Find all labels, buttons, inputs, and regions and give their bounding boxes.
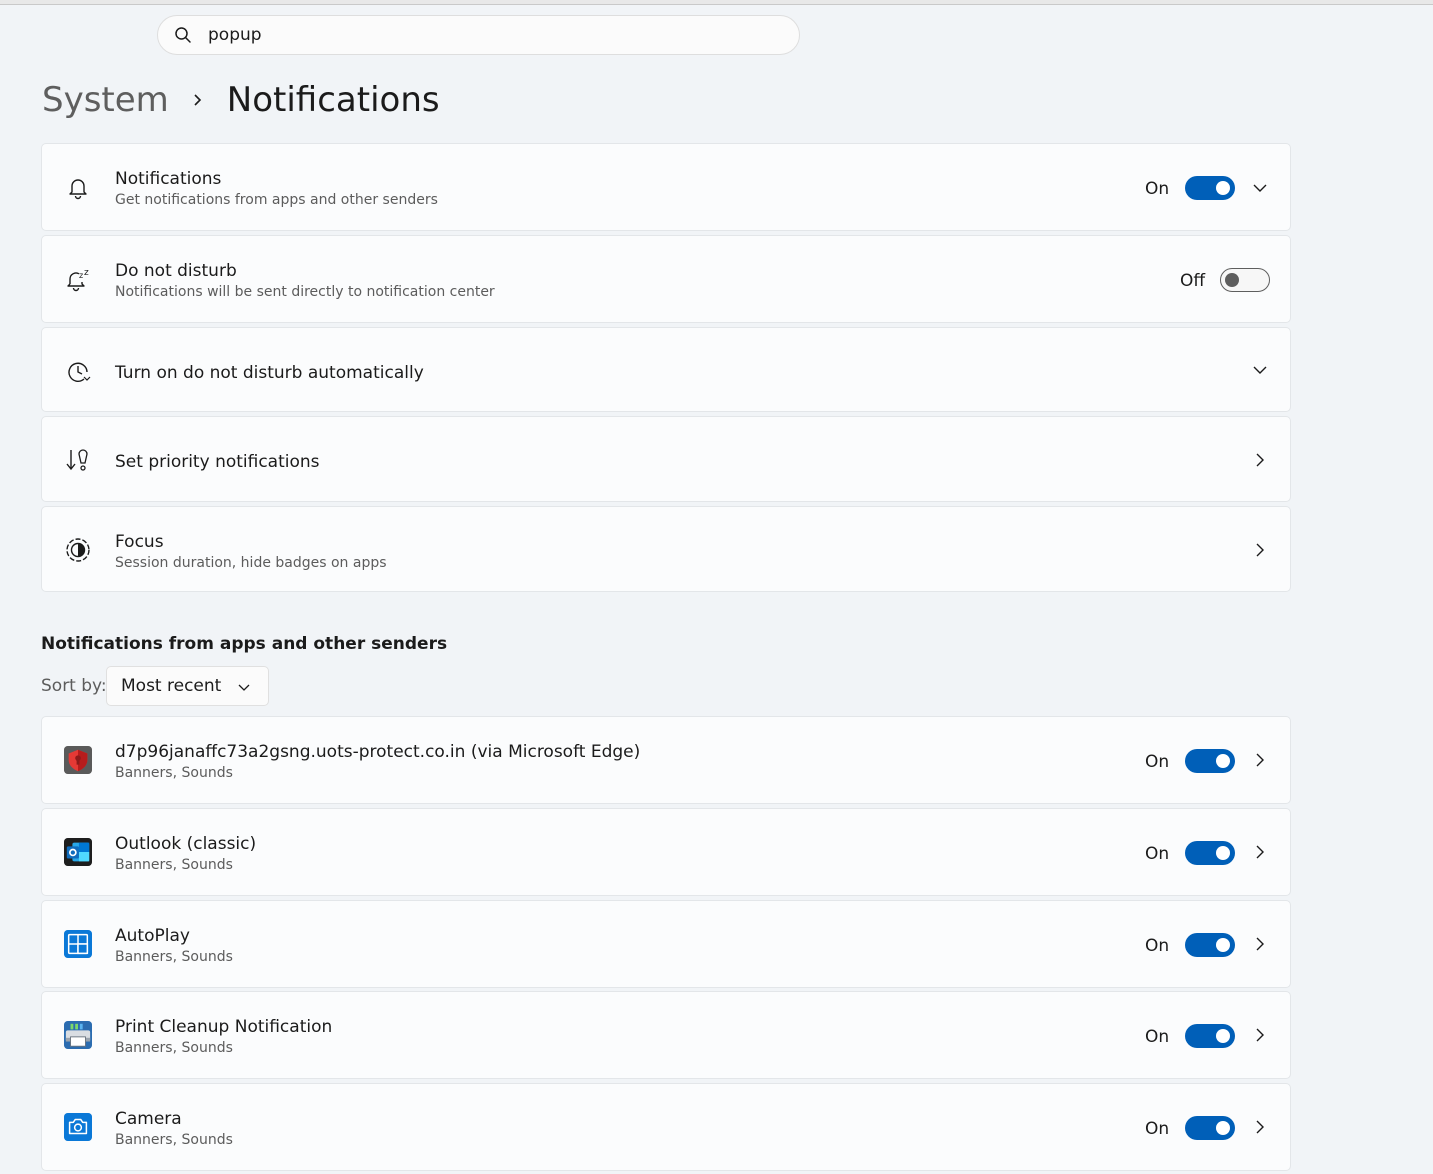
page-title: Notifications: [226, 80, 440, 120]
dnd-title: Do not disturb: [115, 261, 237, 281]
app-subtitle: Banners, Sounds: [115, 857, 233, 873]
search-icon: [175, 27, 191, 43]
app-title: AutoPlay: [115, 926, 190, 946]
app-toggle[interactable]: [1185, 749, 1235, 773]
dnd-state-label: Off: [1180, 271, 1206, 291]
chevron-right-icon: [191, 93, 205, 107]
focus-icon: [64, 536, 92, 564]
app-row[interactable]: Camera Banners, Sounds On: [41, 1083, 1291, 1171]
priority-icon: [64, 446, 92, 474]
focus-title: Focus: [115, 532, 164, 552]
app-toggle[interactable]: [1185, 1116, 1235, 1140]
app-state-label: On: [1145, 1027, 1170, 1047]
focus-setting[interactable]: Focus Session duration, hide badges on a…: [41, 506, 1291, 592]
apps-section-title: Notifications from apps and other sender…: [41, 634, 448, 654]
dnd-automatic-setting[interactable]: Turn on do not disturb automatically: [41, 327, 1291, 412]
app-subtitle: Banners, Sounds: [115, 1040, 233, 1056]
app-toggle[interactable]: [1185, 841, 1235, 865]
sort-value: Most recent: [121, 676, 222, 696]
chevron-right-icon[interactable]: [1252, 1119, 1268, 1135]
autoplay-icon: [64, 930, 92, 958]
app-subtitle: Banners, Sounds: [115, 765, 233, 781]
svg-text:z: z: [79, 271, 83, 280]
app-title: Outlook (classic): [115, 834, 257, 854]
app-toggle[interactable]: [1185, 933, 1235, 957]
chevron-down-icon: [238, 684, 250, 691]
app-row[interactable]: AutoPlay Banners, Sounds On: [41, 900, 1291, 988]
app-state-label: On: [1145, 752, 1170, 772]
chevron-down-icon[interactable]: [1252, 180, 1268, 196]
sort-label: Sort by:: [41, 676, 107, 696]
app-title: d7p96janaffc73a2gsng.uots-protect.co.in …: [115, 742, 641, 762]
bell-icon: [64, 174, 92, 202]
focus-subtitle: Session duration, hide badges on apps: [115, 555, 387, 571]
breadcrumb-system[interactable]: System: [42, 80, 169, 120]
app-row[interactable]: d7p96janaffc73a2gsng.uots-protect.co.in …: [41, 716, 1291, 804]
shield-icon: [64, 746, 92, 774]
chevron-right-icon[interactable]: [1252, 844, 1268, 860]
app-title: Print Cleanup Notification: [115, 1017, 333, 1037]
chevron-right-icon[interactable]: [1252, 1027, 1268, 1043]
app-row[interactable]: Print Cleanup Notification Banners, Soun…: [41, 991, 1291, 1079]
window-top-edge: [0, 0, 1433, 5]
search-box[interactable]: [157, 15, 800, 55]
breadcrumb: System Notifications: [42, 76, 440, 124]
bell-snooze-icon: zz: [64, 266, 92, 294]
app-subtitle: Banners, Sounds: [115, 1132, 233, 1148]
app-state-label: On: [1145, 936, 1170, 956]
app-subtitle: Banners, Sounds: [115, 949, 233, 965]
notifications-subtitle: Get notifications from apps and other se…: [115, 192, 438, 208]
do-not-disturb-setting[interactable]: zz Do not disturb Notifications will be …: [41, 235, 1291, 323]
sort-dropdown[interactable]: Most recent: [106, 666, 269, 706]
dnd-subtitle: Notifications will be sent directly to n…: [115, 284, 495, 300]
app-row[interactable]: Outlook (classic) Banners, Sounds On: [41, 808, 1291, 896]
notifications-state-label: On: [1145, 179, 1170, 199]
app-toggle[interactable]: [1185, 1024, 1235, 1048]
outlook-icon: [64, 838, 92, 866]
notifications-setting[interactable]: Notifications Get notifications from app…: [41, 143, 1291, 231]
chevron-right-icon[interactable]: [1252, 936, 1268, 952]
chevron-right-icon[interactable]: [1252, 752, 1268, 768]
dnd-toggle[interactable]: [1220, 268, 1270, 292]
app-state-label: On: [1145, 844, 1170, 864]
chevron-right-icon[interactable]: [1252, 542, 1268, 558]
search-input[interactable]: [208, 25, 768, 45]
priority-notifications-setting[interactable]: Set priority notifications: [41, 416, 1291, 502]
camera-icon: [64, 1113, 92, 1141]
chevron-right-icon[interactable]: [1252, 452, 1268, 468]
priority-title: Set priority notifications: [115, 452, 320, 472]
printer-icon: [64, 1021, 92, 1049]
svg-text:z: z: [84, 268, 89, 278]
notifications-title: Notifications: [115, 169, 222, 189]
notifications-toggle[interactable]: [1185, 176, 1235, 200]
app-title: Camera: [115, 1109, 182, 1129]
clock-icon: [64, 358, 92, 386]
chevron-down-icon[interactable]: [1252, 362, 1268, 378]
dnd-auto-title: Turn on do not disturb automatically: [115, 363, 424, 383]
app-state-label: On: [1145, 1119, 1170, 1139]
